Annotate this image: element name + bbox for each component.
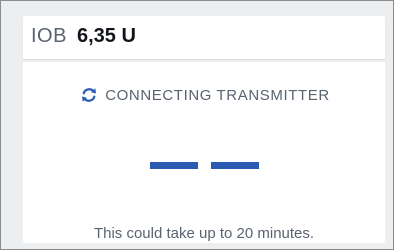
status-text: CONNECTING TRANSMITTER xyxy=(105,86,330,104)
transmitter-status-panel: CONNECTING TRANSMITTER This could take u… xyxy=(23,62,385,243)
screen-frame: IOB 6,35 U CONNECTING TRANSMITTER This c… xyxy=(0,0,394,250)
glucose-card: IOB 6,35 U CONNECTING TRANSMITTER This c… xyxy=(23,16,385,243)
wait-hint: This could take up to 20 minutes. xyxy=(93,225,315,242)
glucose-placeholder-dash xyxy=(150,162,198,169)
iob-bar[interactable]: IOB 6,35 U xyxy=(23,16,385,59)
refresh-icon xyxy=(78,84,100,106)
iob-value: 6,35 U xyxy=(77,25,136,47)
glucose-placeholder-dash xyxy=(211,162,259,169)
connection-status: CONNECTING TRANSMITTER xyxy=(23,84,385,106)
iob-label: IOB xyxy=(31,25,67,47)
